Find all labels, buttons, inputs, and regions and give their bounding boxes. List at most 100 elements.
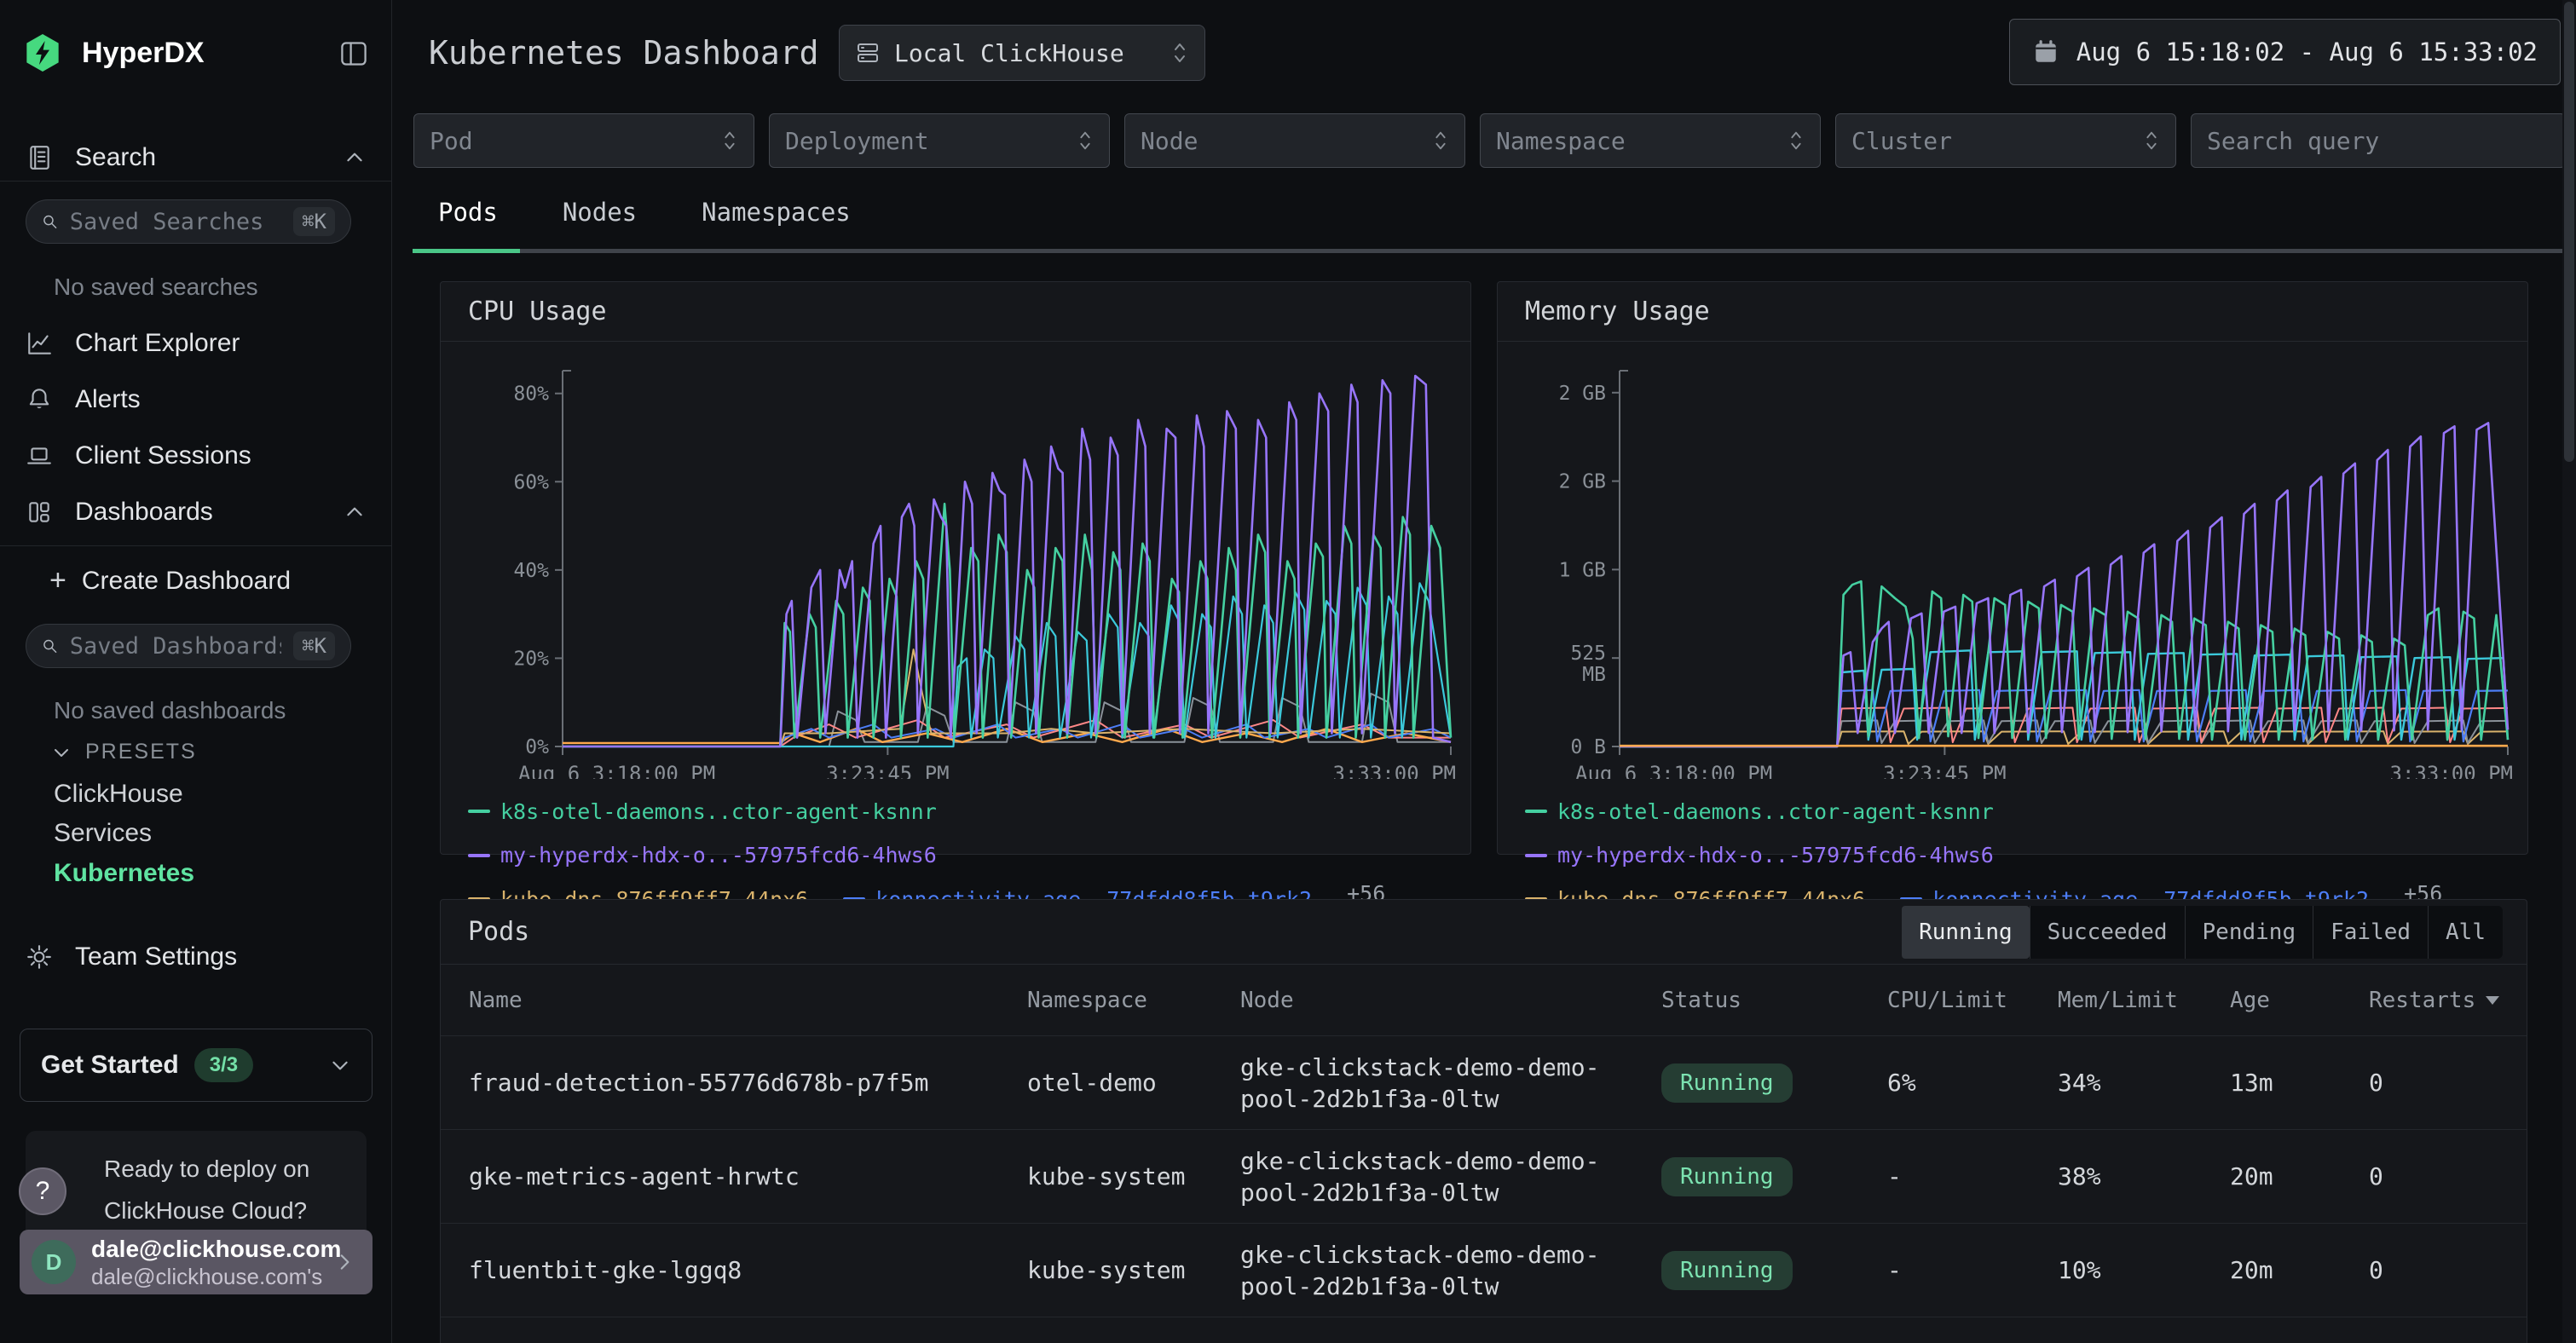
col-age[interactable]: Age bbox=[2230, 988, 2369, 1013]
sidebar-item-chart-explorer[interactable]: Chart Explorer bbox=[26, 329, 240, 358]
svg-text:525: 525 bbox=[1570, 643, 1606, 665]
col-status[interactable]: Status bbox=[1661, 988, 1887, 1013]
sidebar-item-search[interactable]: Search bbox=[26, 143, 366, 172]
status-filter-all[interactable]: All bbox=[2428, 906, 2503, 959]
presets-toggle[interactable]: PRESETS bbox=[51, 740, 197, 764]
tab-pods[interactable]: Pods bbox=[413, 198, 523, 227]
table-row[interactable]: fluentbit-gke-lggq8 kube-system gke-clic… bbox=[441, 1224, 2527, 1317]
chevron-down-icon bbox=[329, 1054, 351, 1076]
brand[interactable]: HyperDX bbox=[26, 34, 205, 72]
col-cpu-limit[interactable]: CPU/Limit bbox=[1887, 988, 2058, 1013]
sidebar-item-alerts[interactable]: Alerts bbox=[26, 385, 141, 414]
shortcut-badge: ⌘K bbox=[293, 631, 335, 660]
preset-clickhouse[interactable]: ClickHouse bbox=[54, 780, 183, 809]
pods-panel-title: Pods bbox=[468, 917, 529, 947]
cell-cpu: - bbox=[1887, 1256, 2058, 1284]
legend-item[interactable]: k8s-otel-daemons..ctor-agent-ksnnr bbox=[468, 793, 937, 831]
chevron-up-icon bbox=[344, 501, 366, 523]
cell-namespace: kube-system bbox=[1027, 1162, 1240, 1190]
col-node[interactable]: Node bbox=[1240, 988, 1661, 1013]
table-row[interactable]: gke-clickstack-demo-demo- bbox=[441, 1317, 2527, 1343]
get-started-label: Get Started bbox=[41, 1051, 179, 1080]
svg-text:2 GB: 2 GB bbox=[1559, 383, 1606, 405]
hyperdx-logo-icon bbox=[26, 34, 60, 72]
plus-icon: + bbox=[49, 564, 66, 597]
svg-text:3:33:00 PM: 3:33:00 PM bbox=[2390, 762, 2514, 779]
create-dashboard-label: Create Dashboard bbox=[82, 567, 291, 596]
user-email: dale@clickhouse.com bbox=[91, 1235, 318, 1264]
status-badge: Running bbox=[1661, 1251, 1793, 1290]
chevron-up-icon bbox=[344, 147, 366, 169]
cell-mem: 38% bbox=[2058, 1162, 2230, 1190]
sidebar-item-client-sessions[interactable]: Client Sessions bbox=[26, 441, 251, 470]
journal-search-icon bbox=[26, 144, 53, 171]
col-mem-limit[interactable]: Mem/Limit bbox=[2058, 988, 2230, 1013]
user-menu[interactable]: D dale@clickhouse.com dale@clickhouse.co… bbox=[20, 1230, 373, 1294]
chevron-updown-icon bbox=[1077, 129, 1094, 153]
filter-node[interactable]: Node bbox=[1124, 113, 1465, 168]
sidebar-collapse-icon[interactable] bbox=[339, 39, 368, 68]
preset-services[interactable]: Services bbox=[54, 819, 152, 848]
svg-text:3:33:00 PM: 3:33:00 PM bbox=[1333, 762, 1457, 779]
preset-kubernetes[interactable]: Kubernetes bbox=[54, 859, 194, 888]
cell-name: fluentbit-gke-lggq8 bbox=[469, 1256, 1027, 1284]
search-query-field[interactable] bbox=[2191, 113, 2566, 168]
filter-cluster-label: Cluster bbox=[1851, 127, 1952, 155]
col-name[interactable]: Name bbox=[469, 988, 1027, 1013]
cell-restarts: 0 bbox=[2369, 1162, 2503, 1190]
scrollbar-thumb[interactable] bbox=[2564, 2, 2574, 462]
table-row[interactable]: gke-metrics-agent-hrwtc kube-system gke-… bbox=[441, 1130, 2527, 1224]
filter-bar: Pod Deployment Node Namespace Cluster bbox=[413, 113, 2566, 168]
cell-node: gke-clickstack-demo-demo-pool-2d2b1f3a-0… bbox=[1240, 1040, 1661, 1127]
status-badge: Running bbox=[1661, 1063, 1793, 1103]
filter-deployment[interactable]: Deployment bbox=[769, 113, 1110, 168]
col-namespace[interactable]: Namespace bbox=[1027, 988, 1240, 1013]
status-filter-running[interactable]: Running bbox=[1902, 906, 2030, 959]
status-filter-pending[interactable]: Pending bbox=[2185, 906, 2313, 959]
tab-namespaces[interactable]: Namespaces bbox=[676, 198, 876, 227]
get-started-button[interactable]: Get Started 3/3 bbox=[20, 1029, 373, 1102]
memory-usage-chart[interactable]: 0 B525MB1 GB2 GB2 GBAug 6 3:18:00 PM3:23… bbox=[1498, 342, 2527, 779]
search-query-input[interactable] bbox=[2207, 127, 2550, 155]
cpu-usage-chart[interactable]: 0%20%40%60%80%Aug 6 3:18:00 PM3:23:45 PM… bbox=[441, 342, 1470, 779]
avatar: D bbox=[32, 1240, 76, 1284]
filter-namespace[interactable]: Namespace bbox=[1480, 113, 1821, 168]
filter-cluster[interactable]: Cluster bbox=[1835, 113, 2176, 168]
status-badge: Running bbox=[1661, 1157, 1793, 1196]
question-mark-icon: ? bbox=[36, 1177, 50, 1206]
status-filter-succeeded[interactable]: Succeeded bbox=[2030, 906, 2185, 959]
sidebar-item-label: Alerts bbox=[75, 385, 141, 414]
chevron-updown-icon bbox=[1788, 129, 1805, 153]
saved-dashboards-input[interactable] bbox=[70, 633, 281, 660]
chevron-right-icon bbox=[333, 1251, 355, 1273]
table-row[interactable]: fraud-detection-55776d678b-p7f5m otel-de… bbox=[441, 1036, 2527, 1130]
sidebar-item-team-settings[interactable]: Team Settings bbox=[26, 942, 237, 971]
help-button[interactable]: ? bbox=[19, 1167, 66, 1215]
sidebar-item-label: Client Sessions bbox=[75, 441, 251, 470]
legend-dash bbox=[1525, 854, 1547, 857]
cloud-promo-line1: Ready to deploy on bbox=[104, 1148, 349, 1190]
time-range-picker[interactable]: Aug 6 15:18:02 - Aug 6 15:33:02 bbox=[2009, 19, 2561, 85]
create-dashboard-button[interactable]: + Create Dashboard bbox=[49, 564, 291, 597]
saved-searches-search[interactable]: ⌘K bbox=[26, 199, 351, 244]
sidebar-item-label: Chart Explorer bbox=[75, 329, 240, 358]
chevron-updown-icon bbox=[1432, 129, 1449, 153]
tab-nodes[interactable]: Nodes bbox=[537, 198, 662, 227]
data-source-select[interactable]: Local ClickHouse bbox=[839, 25, 1205, 81]
filter-pod-label: Pod bbox=[430, 127, 473, 155]
legend-item[interactable]: my-hyperdx-hdx-o..-57975fcd6-4hws6 bbox=[1525, 836, 1994, 874]
vertical-scrollbar[interactable] bbox=[2562, 0, 2576, 1343]
saved-dashboards-search[interactable]: ⌘K bbox=[26, 624, 351, 668]
status-filter-failed[interactable]: Failed bbox=[2313, 906, 2428, 959]
sidebar-item-dashboards[interactable]: Dashboards bbox=[26, 498, 366, 527]
filter-pod[interactable]: Pod bbox=[413, 113, 754, 168]
saved-searches-input[interactable] bbox=[70, 209, 281, 235]
legend-item[interactable]: my-hyperdx-hdx-o..-57975fcd6-4hws6 bbox=[468, 836, 937, 874]
sidebar-item-label: Team Settings bbox=[75, 942, 237, 971]
memory-usage-panel: Memory Usage 0 B525MB1 GB2 GB2 GBAug 6 3… bbox=[1497, 281, 2528, 855]
legend-item[interactable]: k8s-otel-daemons..ctor-agent-ksnnr bbox=[1525, 793, 1994, 831]
col-restarts[interactable]: Restarts bbox=[2369, 988, 2503, 1013]
chart-line-icon bbox=[26, 330, 53, 357]
svg-text:40%: 40% bbox=[513, 560, 549, 582]
svg-text:0%: 0% bbox=[525, 736, 549, 758]
